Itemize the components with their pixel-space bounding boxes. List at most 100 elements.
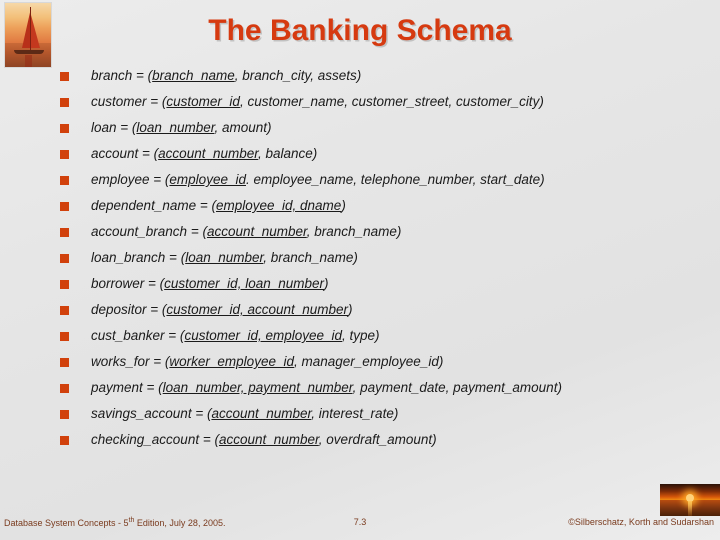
- list-item: branch = (branch_name, branch_city, asse…: [60, 68, 710, 94]
- relation-definition: customer = (customer_id, customer_name, …: [91, 94, 544, 110]
- remaining-attributes: , interest_rate): [311, 406, 399, 421]
- square-bullet-icon: [60, 228, 69, 237]
- primary-key-attributes: customer_id, employee_id: [184, 328, 343, 343]
- relation-definition: account_branch = (account_number, branch…: [91, 224, 401, 240]
- list-item: account = (account_number, balance): [60, 146, 710, 172]
- square-bullet-icon: [60, 280, 69, 289]
- primary-key-attributes: customer_id, loan_number: [164, 276, 324, 291]
- relation-name-and-open-paren: account_branch = (: [91, 224, 207, 239]
- primary-key-attributes: loan_number: [136, 120, 215, 135]
- remaining-attributes: , branch_city, assets): [234, 68, 362, 83]
- square-bullet-icon: [60, 306, 69, 315]
- relation-name-and-open-paren: cust_banker = (: [91, 328, 185, 343]
- relation-definition: loan_branch = (loan_number, branch_name): [91, 250, 358, 266]
- list-item: loan_branch = (loan_number, branch_name): [60, 250, 710, 276]
- relation-name-and-open-paren: depositor = (: [91, 302, 167, 317]
- primary-key-attributes: account_number: [211, 406, 312, 421]
- list-item: customer = (customer_id, customer_name, …: [60, 94, 710, 120]
- remaining-attributes: , manager_employee_id): [293, 354, 444, 369]
- list-item: cust_banker = (customer_id, employee_id,…: [60, 328, 710, 354]
- sailboat-sunset-photo: [4, 2, 52, 68]
- remaining-attributes: ): [341, 198, 346, 213]
- slide-footer: Database System Concepts - 5th Edition, …: [0, 510, 720, 540]
- relation-definition: works_for = (worker_employee_id, manager…: [91, 354, 443, 370]
- relation-name-and-open-paren: account = (: [91, 146, 159, 161]
- remaining-attributes: ): [324, 276, 329, 291]
- square-bullet-icon: [60, 254, 69, 263]
- remaining-attributes: , amount): [214, 120, 272, 135]
- list-item: loan = (loan_number, amount): [60, 120, 710, 146]
- relation-definition: cust_banker = (customer_id, employee_id,…: [91, 328, 380, 344]
- primary-key-attributes: employee_id: [169, 172, 246, 187]
- remaining-attributes: , type): [342, 328, 380, 343]
- relation-name-and-open-paren: borrower = (: [91, 276, 165, 291]
- relation-definition: account = (account_number, balance): [91, 146, 317, 162]
- square-bullet-icon: [60, 98, 69, 107]
- primary-key-attributes: worker_employee_id: [169, 354, 294, 369]
- photo-sail-back: [31, 15, 40, 48]
- relation-definition: savings_account = (account_number, inter…: [91, 406, 398, 422]
- primary-key-attributes: customer_id, account_number: [166, 302, 349, 317]
- primary-key-attributes: account_number: [218, 432, 319, 447]
- square-bullet-icon: [60, 436, 69, 445]
- relation-name-and-open-paren: employee = (: [91, 172, 170, 187]
- relation-name-and-open-paren: checking_account = (: [91, 432, 219, 447]
- square-bullet-icon: [60, 384, 69, 393]
- relation-definition: depositor = (customer_id, account_number…: [91, 302, 353, 318]
- page-title: The Banking Schema: [208, 14, 512, 47]
- remaining-attributes: . employee_name, telephone_number, start…: [245, 172, 545, 187]
- list-item: checking_account = (account_number, over…: [60, 432, 710, 458]
- relation-definition: checking_account = (account_number, over…: [91, 432, 437, 448]
- square-bullet-icon: [60, 176, 69, 185]
- primary-key-attributes: loan_number: [185, 250, 264, 265]
- square-bullet-icon: [60, 410, 69, 419]
- slide: The Banking Schema branch = (branch_name…: [0, 0, 720, 540]
- primary-key-attributes: account_number: [158, 146, 258, 161]
- remaining-attributes: , branch_name): [306, 224, 402, 239]
- list-item: account_branch = (account_number, branch…: [60, 224, 710, 250]
- square-bullet-icon: [60, 72, 69, 81]
- relation-name-and-open-paren: savings_account = (: [91, 406, 212, 421]
- primary-key-attributes: customer_id: [166, 94, 240, 109]
- relation-definition: borrower = (customer_id, loan_number): [91, 276, 329, 292]
- list-item: payment = (loan_number, payment_number, …: [60, 380, 710, 406]
- relation-definition: dependent_name = (employee_id, dname): [91, 198, 346, 214]
- list-item: works_for = (worker_employee_id, manager…: [60, 354, 710, 380]
- relation-definition: loan = (loan_number, amount): [91, 120, 272, 136]
- square-bullet-icon: [60, 124, 69, 133]
- photo-hull: [14, 50, 44, 54]
- square-bullet-icon: [60, 358, 69, 367]
- relation-definition: branch = (branch_name, branch_city, asse…: [91, 68, 361, 84]
- relation-name-and-open-paren: works_for = (: [91, 354, 170, 369]
- relation-name-and-open-paren: loan_branch = (: [91, 250, 186, 265]
- relation-name-and-open-paren: loan = (: [91, 120, 137, 135]
- list-item: savings_account = (account_number, inter…: [60, 406, 710, 432]
- relation-definition: employee = (employee_id. employee_name, …: [91, 172, 545, 188]
- list-item: borrower = (customer_id, loan_number): [60, 276, 710, 302]
- remaining-attributes: ): [348, 302, 353, 317]
- relation-name-and-open-paren: branch = (: [91, 68, 153, 83]
- square-bullet-icon: [60, 202, 69, 211]
- relation-name-and-open-paren: dependent_name = (: [91, 198, 216, 213]
- square-bullet-icon: [60, 150, 69, 159]
- primary-key-attributes: loan_number, payment_number: [162, 380, 353, 395]
- remaining-attributes: , overdraft_amount): [318, 432, 437, 447]
- square-bullet-icon: [60, 332, 69, 341]
- remaining-attributes: , payment_date, payment_amount): [352, 380, 562, 395]
- list-item: dependent_name = (employee_id, dname): [60, 198, 710, 224]
- photo-mast: [30, 7, 31, 51]
- remaining-attributes: , branch_name): [263, 250, 358, 265]
- primary-key-attributes: branch_name: [152, 68, 235, 83]
- relation-name-and-open-paren: customer = (: [91, 94, 167, 109]
- primary-key-attributes: employee_id, dname: [215, 198, 342, 213]
- relation-definition: payment = (loan_number, payment_number, …: [91, 380, 562, 396]
- remaining-attributes: , balance): [258, 146, 318, 161]
- primary-key-attributes: account_number: [206, 224, 307, 239]
- list-item: employee = (employee_id. employee_name, …: [60, 172, 710, 198]
- schema-relation-list: branch = (branch_name, branch_city, asse…: [60, 68, 710, 458]
- relation-name-and-open-paren: payment = (: [91, 380, 163, 395]
- list-item: depositor = (customer_id, account_number…: [60, 302, 710, 328]
- photo-reflection: [25, 55, 32, 67]
- copyright-notice: ©Silberschatz, Korth and Sudarshan: [568, 517, 714, 527]
- remaining-attributes: , customer_name, customer_street, custom…: [239, 94, 544, 109]
